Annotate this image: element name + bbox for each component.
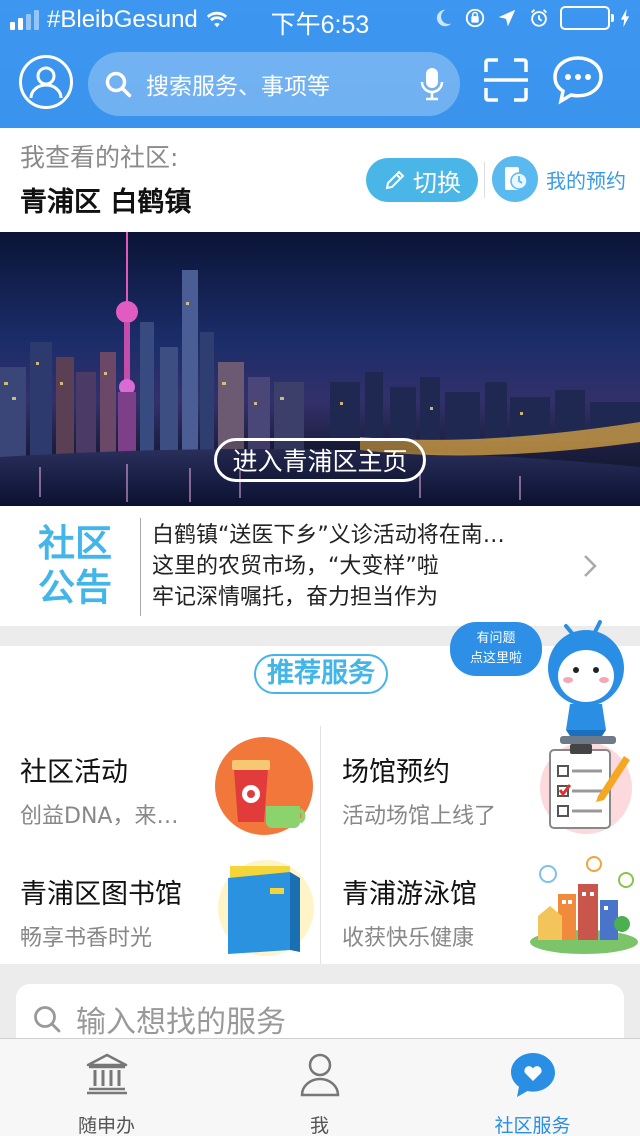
switch-community-button[interactable]: 切换 <box>366 158 478 202</box>
service-search-section: 输入想找的服务 <box>0 964 640 1054</box>
community-name: 青浦区 白鹤镇 <box>20 187 192 218</box>
section-title: 推荐服务 <box>254 654 388 694</box>
notice-tag-line1: 社区 <box>38 522 112 565</box>
checklist-icon <box>540 742 632 834</box>
service-title: 场馆预约 <box>342 757 450 788</box>
status-bar: #BleibGesund 下午6:53 <box>0 0 640 40</box>
divider <box>320 726 321 964</box>
microphone-icon[interactable] <box>420 66 444 102</box>
rotation-lock-icon <box>465 8 485 28</box>
service-community-activity[interactable]: 社区活动 创益DNA，来… <box>20 737 320 860</box>
person-icon <box>300 1053 339 1097</box>
divider <box>484 162 485 198</box>
government-building-icon <box>86 1053 127 1095</box>
heart-chat-icon <box>510 1053 555 1097</box>
moon-icon <box>436 9 452 27</box>
tab-label: 社区服务 <box>494 1115 571 1136</box>
tab-me[interactable]: 我 <box>213 1039 426 1136</box>
scan-icon[interactable] <box>484 58 528 102</box>
alarm-icon <box>531 9 547 27</box>
tab-community-service[interactable]: 社区服务 <box>426 1039 639 1136</box>
help-bubble-line1: 有问题 <box>476 631 516 646</box>
pencil-icon <box>385 170 405 190</box>
community-notice[interactable]: 社区 公告 白鹤镇“送医下乡”义诊活动将在南… 这里的农贸市场，“大变样”啦 牢… <box>0 506 640 626</box>
search-icon <box>105 71 132 98</box>
notice-item[interactable]: 牢记深情嘱托，奋力担当作为 <box>152 582 572 613</box>
enter-district-homepage-button[interactable]: 进入青浦区主页 <box>214 438 426 482</box>
service-title: 青浦区图书馆 <box>20 879 182 910</box>
tab-label: 我 <box>309 1115 329 1136</box>
notice-tag: 社区 公告 <box>38 522 122 610</box>
reservation-label: 我的预约 <box>546 168 626 193</box>
service-title: 青浦游泳馆 <box>342 879 477 910</box>
town-buildings-icon <box>530 856 638 954</box>
chat-icon[interactable] <box>552 54 604 106</box>
battery-icon <box>560 6 614 30</box>
help-bubble[interactable]: 有问题 点这里啦 <box>450 622 542 676</box>
service-subtitle: 活动场馆上线了 <box>342 804 497 829</box>
book-icon <box>218 860 314 956</box>
service-subtitle: 创益DNA，来… <box>20 804 179 829</box>
user-avatar-icon[interactable] <box>18 54 74 110</box>
community-section: 我查看的社区: 青浦区 白鹤镇 切换 我的预约 <box>0 128 640 232</box>
tv-tower <box>116 232 138 462</box>
switch-label: 切换 <box>413 168 461 197</box>
mascot-icon[interactable] <box>540 618 636 748</box>
notice-list: 白鹤镇“送医下乡”义诊活动将在南… 这里的农贸市场，“大变样”啦 牢记深情嘱托，… <box>152 520 572 613</box>
divider <box>140 518 141 616</box>
search-icon <box>34 1006 61 1033</box>
community-label: 我查看的社区: <box>20 143 179 172</box>
notice-item[interactable]: 这里的农贸市场，“大变样”啦 <box>152 551 572 582</box>
tab-bar: 随申办 我 社区服务 <box>0 1038 640 1136</box>
service-search-placeholder: 输入想找的服务 <box>76 1005 286 1040</box>
service-title: 社区活动 <box>20 757 128 788</box>
tab-suishenban[interactable]: 随申办 <box>0 1039 213 1136</box>
tab-label: 随申办 <box>77 1115 135 1136</box>
coffee-cup-icon <box>215 737 313 835</box>
service-subtitle: 畅享书香时光 <box>20 926 153 951</box>
notice-item[interactable]: 白鹤镇“送医下乡”义诊活动将在南… <box>152 520 572 551</box>
help-bubble-line2: 点这里啦 <box>469 651 522 666</box>
service-subtitle: 收获快乐健康 <box>342 926 475 951</box>
notice-tag-line2: 公告 <box>38 566 112 609</box>
chevron-right-icon[interactable] <box>580 552 600 580</box>
charging-bolt-icon <box>620 8 630 28</box>
location-arrow-icon <box>498 9 516 27</box>
search-placeholder: 搜索服务、事项等 <box>146 74 330 100</box>
service-venue-booking[interactable]: 场馆预约 活动场馆上线了 <box>342 742 640 860</box>
app-header: #BleibGesund 下午6:53 搜索服务、事项等 <box>0 0 640 128</box>
search-bar[interactable]: 搜索服务、事项等 <box>88 52 460 116</box>
reservation-clock-icon <box>492 156 538 202</box>
my-reservation-button[interactable]: 我的预约 <box>492 156 626 202</box>
